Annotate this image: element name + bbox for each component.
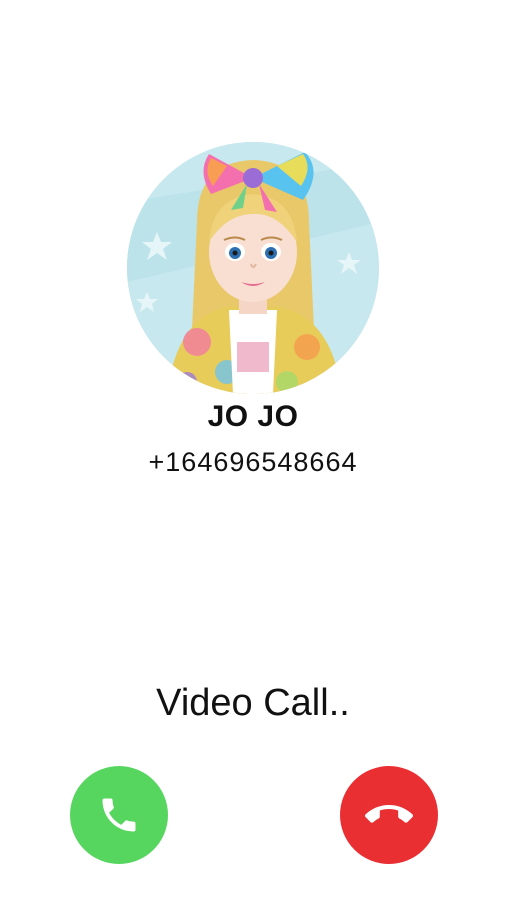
accept-call-button[interactable]	[70, 766, 168, 864]
phone-hangup-icon	[365, 805, 413, 823]
caller-number: +164696548664	[148, 447, 358, 477]
caller-avatar	[127, 142, 379, 394]
phone-icon	[102, 798, 136, 832]
call-status: Video Call..	[156, 682, 350, 724]
decline-call-button[interactable]	[340, 766, 438, 864]
incoming-call-screen: JO JO +164696548664 Video Call..	[0, 0, 506, 900]
caller-name: JO JO	[207, 400, 299, 433]
doll-avatar-photo	[127, 142, 379, 394]
